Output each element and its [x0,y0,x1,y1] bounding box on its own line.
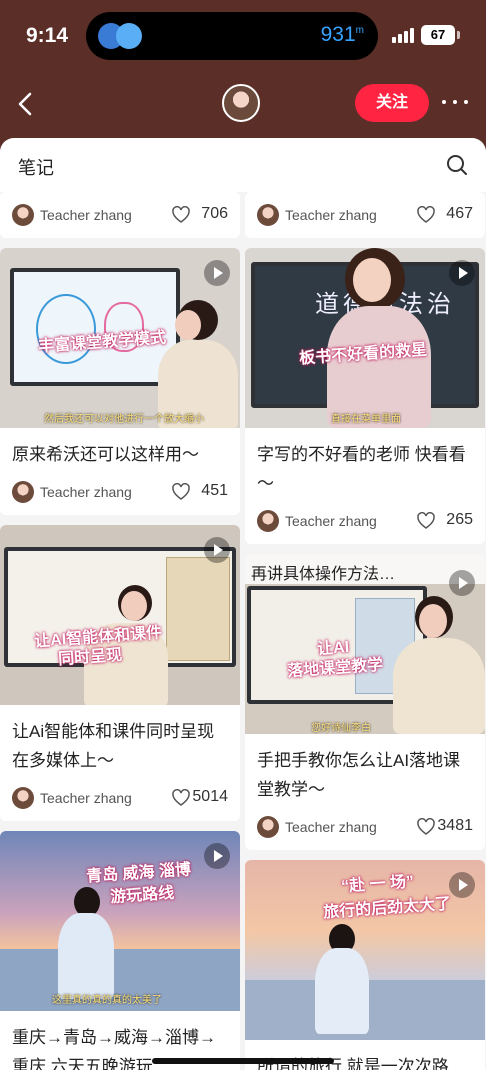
cover-top-text: 再讲具体操作方法… [251,566,396,583]
like-count: 3481 [437,817,473,834]
cover-subtitle: 您好诗仙李白 [311,723,371,734]
like-count: 467 [446,205,473,222]
heart-icon[interactable] [417,206,435,224]
heart-icon[interactable] [172,206,190,224]
note-meta: Teacher zhang 265 [245,498,485,544]
cover-subtitle: 然后我还可以对他进行一个放大缩小 [44,414,204,425]
status-bar: 9:14 931m 67 [0,0,486,72]
video-cover[interactable]: 道德与法治 板书不好看的救星 直接在菜单里面 [245,248,485,428]
note-card[interactable]: “赴 一 场” 旅行的后劲太大了 所谓的旅行 就是一次次路 [245,860,485,1070]
cover-caption: 游玩路线 [109,884,175,907]
follow-button[interactable]: 关注 [355,84,429,122]
teacher-face [175,310,201,340]
play-icon [204,843,230,869]
avatar[interactable] [12,787,34,809]
avatar[interactable] [257,816,279,838]
profile-nav-bar: 关注 [0,72,486,138]
author-name[interactable]: Teacher zhang [40,790,132,806]
heart-icon[interactable] [417,818,435,836]
note-meta: Teacher zhang 467 [245,192,485,238]
like-count: 706 [201,205,228,222]
note-title[interactable]: 让Ai智能体和课件同时呈现在多媒体上～ [0,705,240,775]
battery-icon: 67 [421,25,455,45]
note-card[interactable]: 道德与法治 板书不好看的救星 直接在菜单里面 字写的不好看的老师 快看看～ Te… [245,248,485,544]
play-icon [204,537,230,563]
cover-caption: 同时呈现 [57,646,123,669]
video-cover[interactable]: 丰富课堂教学模式 然后我还可以对他进行一个放大缩小 [0,248,240,428]
avatar[interactable] [257,510,279,532]
author-name[interactable]: Teacher zhang [40,207,132,223]
back-arrow-icon[interactable] [12,86,40,122]
heart-icon[interactable] [417,512,435,530]
ai-agent-panel [166,557,230,661]
like-count: 451 [201,482,228,499]
video-cover[interactable]: 再讲具体操作方法… 让AI 落地课堂教学 您好诗仙李白 [245,554,485,734]
note-card[interactable]: 青岛 威海 淄博 游玩路线 这里真的真的真的太美了 重庆→青岛→威海→淄博→重庆… [0,831,240,1070]
traveler-figure [315,948,369,1034]
avatar[interactable] [12,204,34,226]
altitude-readout: 931m [321,23,364,47]
teacher-figure [393,638,485,734]
note-meta: Teacher zhang 706 [0,192,240,238]
teacher-face [121,591,147,621]
cellular-signal-icon [392,27,416,43]
like-count: 5014 [192,788,228,805]
video-cover[interactable]: “赴 一 场” 旅行的后劲太大了 [245,860,485,1040]
notes-title: 笔记 [18,158,54,178]
note-card[interactable]: 让AI智能体和课件 同时呈现 让Ai智能体和课件同时呈现在多媒体上～ Teach… [0,525,240,821]
note-meta: Teacher zhang 3481 [245,804,485,850]
play-icon [204,260,230,286]
clock: 9:14 [26,24,69,47]
search-icon[interactable] [446,154,468,176]
avatar[interactable] [257,204,279,226]
app-logo-icon [98,20,148,52]
feed-column-left: Teacher zhang 706 丰富课堂教学模式 然后我还可以对他进行一个放… [0,192,240,1070]
home-indicator[interactable] [152,1058,334,1064]
note-title[interactable]: 所谓的旅行 就是一次次路 [245,1040,485,1070]
video-cover[interactable]: 让AI智能体和课件 同时呈现 [0,525,240,705]
note-meta: Teacher zhang 451 [0,469,240,515]
teacher-face [353,258,391,302]
teacher-face [419,604,447,638]
note-title[interactable]: 原来希沃还可以这样用～ [0,428,240,469]
play-icon [449,260,475,286]
author-name[interactable]: Teacher zhang [285,819,377,835]
author-name[interactable]: Teacher zhang [40,484,132,500]
feed-column-right: Teacher zhang 467 道德与法治 板书不好看的救星 直接在菜单里面… [245,192,485,1070]
author-name[interactable]: Teacher zhang [285,513,377,529]
dynamic-island[interactable]: 931m [86,12,378,60]
altitude-value: 931 [320,23,356,46]
avatar[interactable] [12,481,34,503]
traveler-figure [58,913,114,999]
note-card[interactable]: Teacher zhang 467 [245,192,485,238]
avatar[interactable] [222,84,260,122]
play-icon [449,570,475,596]
altitude-unit: m [355,25,364,36]
note-card[interactable]: 丰富课堂教学模式 然后我还可以对他进行一个放大缩小 原来希沃还可以这样用～ Te… [0,248,240,515]
note-card[interactable]: 再讲具体操作方法… 让AI 落地课堂教学 您好诗仙李白 手把手教你怎么让AI落地… [245,554,485,850]
notes-sheet: 笔记 Teacher zhang 706 丰富课堂教学模式 然后我还可以对他进行… [0,138,486,1070]
notes-header: 笔记 [0,138,486,192]
like-count: 265 [446,511,473,528]
play-icon [449,872,475,898]
video-cover[interactable]: 青岛 威海 淄博 游玩路线 这里真的真的真的太美了 [0,831,240,1011]
heart-icon[interactable] [172,483,190,501]
heart-icon[interactable] [172,789,190,807]
note-meta: Teacher zhang 5014 [0,775,240,821]
battery-tip [457,31,460,39]
note-card[interactable]: Teacher zhang 706 [0,192,240,238]
note-title[interactable]: 字写的不好看的老师 快看看～ [245,428,485,498]
note-title[interactable]: 手把手教你怎么让AI落地课堂教学～ [245,734,485,804]
more-icon[interactable] [440,92,470,112]
cover-subtitle: 这里真的真的真的太美了 [52,995,162,1006]
cover-subtitle: 直接在菜单里面 [331,414,401,425]
author-name[interactable]: Teacher zhang [285,207,377,223]
